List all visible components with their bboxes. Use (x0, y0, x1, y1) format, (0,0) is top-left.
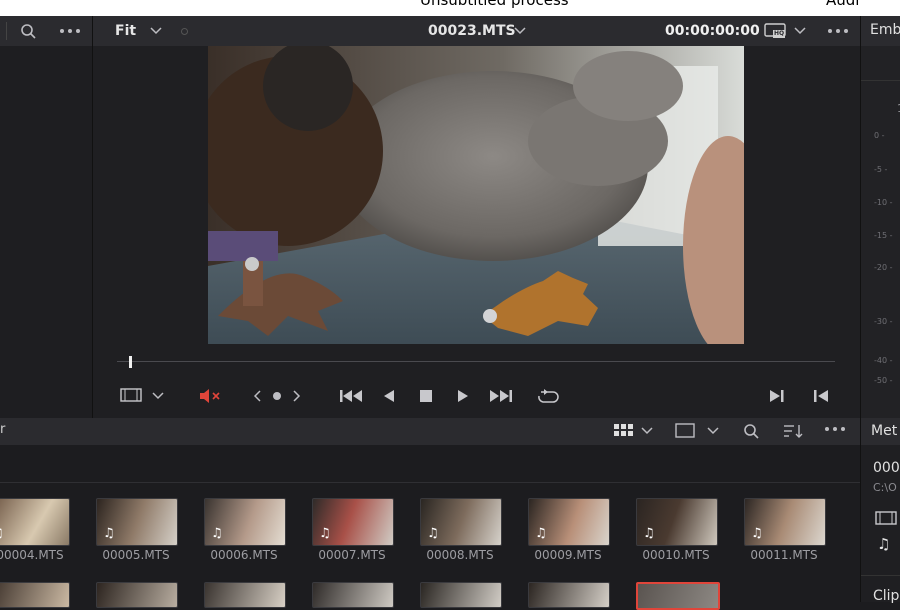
clip-name-00009[interactable]: 00009.MTS (518, 548, 618, 562)
layout-chevron-down-icon[interactable] (706, 426, 720, 436)
viewer-canvas[interactable] (93, 46, 860, 346)
timecode-display[interactable]: 00:00:00:00 (665, 23, 760, 39)
music-note-icon: ♫ (211, 526, 223, 541)
music-note-icon: ♫ (535, 526, 547, 541)
grid-view-icon[interactable] (614, 424, 636, 438)
top-right-text: Audi (826, 0, 860, 9)
meter-scale-50: -50 - (874, 376, 893, 385)
clip-name-title[interactable]: 00023.MTS (428, 23, 516, 39)
more-icon[interactable] (56, 21, 84, 41)
clip-thumbnail-row2[interactable] (96, 582, 178, 608)
bin-header: r (0, 418, 860, 445)
jump-end-icon[interactable] (489, 389, 513, 403)
meter-scale-0: 0 - (874, 131, 885, 140)
search-icon[interactable] (18, 21, 38, 41)
metadata-title: Met (871, 423, 898, 439)
clip-thumbnail-00008[interactable]: ♫ (420, 498, 502, 546)
divider (92, 16, 93, 418)
metadata-divider (861, 575, 900, 576)
hq-badge: HQ (774, 30, 785, 37)
clip-thumbnail-00006[interactable]: ♫ (204, 498, 286, 546)
video-frame (208, 46, 744, 344)
metadata-music-note-icon: ♫ (877, 535, 891, 553)
clip-name-00011[interactable]: 00011.MTS (734, 548, 834, 562)
mark-out-icon[interactable] (769, 389, 785, 403)
clip-thumbnail-00005[interactable]: ♫ (96, 498, 178, 546)
layout-icon[interactable] (675, 423, 697, 439)
hq-monitor-icon[interactable]: HQ (764, 23, 786, 39)
clip-thumbnail-00011[interactable]: ♫ (744, 498, 826, 546)
clip-thumbnail-row2[interactable] (204, 582, 286, 608)
clip-name-00004[interactable]: 00004.MTS (0, 548, 80, 562)
clip-thumbnail-00007[interactable]: ♫ (312, 498, 394, 546)
clip-thumbnail-row2[interactable] (0, 582, 70, 608)
playhead-handle[interactable] (129, 356, 132, 368)
bin-more-icon[interactable] (824, 426, 850, 436)
clip-name-00008[interactable]: 00008.MTS (410, 548, 510, 562)
divider (860, 16, 861, 602)
bin-path-row (0, 445, 860, 483)
music-note-icon: ♫ (427, 526, 439, 541)
meter-header (861, 46, 900, 81)
clip-name-00005[interactable]: 00005.MTS (86, 548, 186, 562)
hq-chevron-down-icon[interactable] (793, 24, 807, 38)
metadata-header: Met (861, 418, 900, 445)
music-note-icon: ♫ (643, 526, 655, 541)
metadata-clip-prefix: 000 (873, 460, 900, 476)
metadata-film-icon (875, 511, 897, 525)
clip-name-chevron-down-icon[interactable] (513, 24, 527, 38)
view-chevron-down-icon[interactable] (640, 426, 654, 436)
zoom-chevron-down-icon[interactable] (149, 24, 163, 38)
bin-search-icon[interactable] (743, 423, 761, 441)
clip-thumbnail-00004[interactable]: ♫ (0, 498, 70, 546)
clip-thumbnail-selected[interactable] (636, 582, 720, 610)
nav-prev-next-icon[interactable] (253, 389, 303, 403)
music-note-icon: ♫ (319, 526, 331, 541)
top-title-strip: Unsubtitled process Audi (0, 0, 900, 16)
bin-left-label: r (0, 422, 6, 437)
meter-scale-20: -20 - (874, 263, 893, 272)
meter-scale-40: -40 - (874, 356, 893, 365)
clip-thumbnail-00010[interactable]: ♫ (636, 498, 718, 546)
right-panel-title: Emb (870, 22, 900, 38)
music-note-icon: ♫ (0, 526, 4, 541)
meter-scale-30: -30 - (874, 317, 893, 326)
clip-thumbnail-00009[interactable]: ♫ (528, 498, 610, 546)
zoom-label[interactable]: Fit (115, 23, 136, 39)
status-dot-icon (181, 28, 188, 35)
film-chevron-down-icon[interactable] (151, 391, 165, 401)
clip-thumbnail-row2[interactable] (312, 582, 394, 608)
top-title-text: Unsubtitled process (420, 0, 569, 9)
meter-scale-10: -10 - (874, 198, 893, 207)
film-icon[interactable] (120, 388, 142, 404)
clip-name-00007[interactable]: 00007.MTS (302, 548, 402, 562)
transport-area (93, 346, 860, 418)
media-pool-header (0, 16, 92, 46)
music-note-icon: ♫ (751, 526, 763, 541)
stop-icon[interactable] (419, 389, 433, 403)
panel-divider (0, 22, 7, 40)
clip-thumbnail-row2[interactable] (528, 582, 610, 608)
clip-name-00010[interactable]: 00010.MTS (626, 548, 726, 562)
meter-scale-5: -5 - (874, 165, 888, 174)
speaker-mute-icon[interactable] (199, 388, 223, 404)
right-panel-header: Emb (861, 16, 900, 46)
loop-icon[interactable] (535, 387, 561, 405)
media-pool-panel (0, 46, 92, 418)
clip-thumbnail-row2[interactable] (420, 582, 502, 608)
clip-name-00006[interactable]: 00006.MTS (194, 548, 294, 562)
music-note-icon: ♫ (103, 526, 115, 541)
sort-icon[interactable] (783, 423, 805, 439)
metadata-path-prefix: C:\O (873, 481, 897, 494)
metadata-panel: 000 C:\O ♫ Clip (861, 445, 900, 604)
step-back-icon[interactable] (383, 389, 397, 403)
play-icon[interactable] (457, 389, 471, 403)
scrubber-track[interactable] (117, 361, 835, 362)
viewer-more-icon[interactable] (824, 21, 852, 41)
meter-scale-15: -15 - (874, 231, 893, 240)
mark-in-icon[interactable] (813, 389, 829, 403)
viewer-header: Fit 00023.MTS 00:00:00:00 HQ (93, 16, 860, 46)
jump-start-icon[interactable] (339, 389, 363, 403)
